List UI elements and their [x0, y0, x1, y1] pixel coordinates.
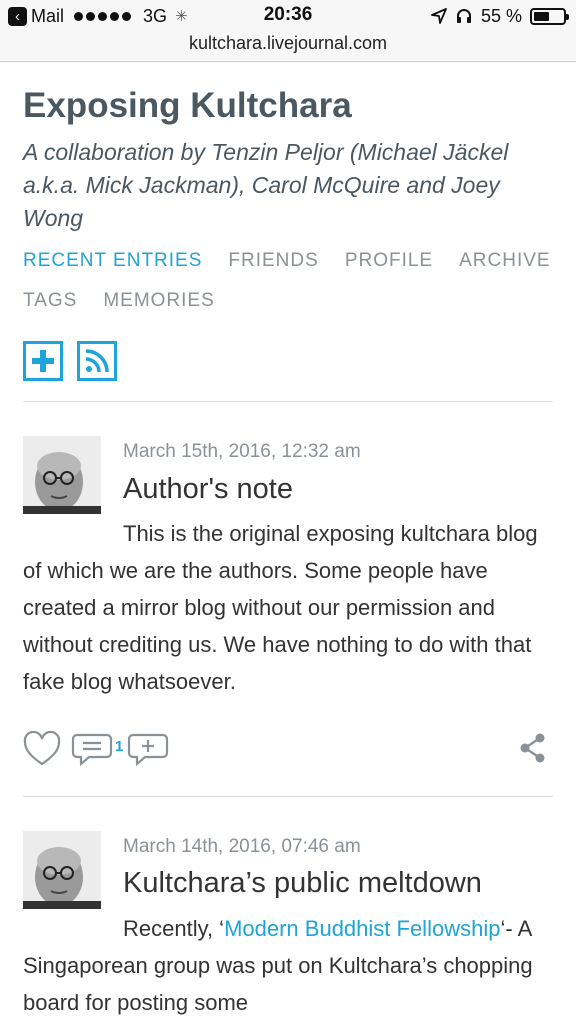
url-bar[interactable]: kultchara.livejournal.com: [0, 32, 576, 62]
post-body: Recently, ‘Modern Buddhist Fellowship‘- …: [23, 910, 538, 1021]
nav-tags[interactable]: TAGS: [23, 290, 77, 312]
battery-icon: [530, 7, 569, 25]
url-domain[interactable]: kultchara.livejournal.com: [189, 33, 387, 53]
author-photo-icon: [23, 831, 101, 909]
blog-title[interactable]: Exposing Kultchara: [23, 86, 352, 126]
avatar[interactable]: [23, 831, 101, 909]
post-divider: [23, 796, 553, 797]
status-right: 55 %: [431, 5, 569, 27]
post-date[interactable]: March 15th, 2016, 12:32 am: [123, 441, 361, 463]
header-divider: [23, 401, 553, 402]
battery-percentage: 55 %: [480, 5, 522, 26]
blog-subtitle: A collaboration by Tenzin Peljor (Michae…: [23, 139, 509, 231]
blog-nav: RECENT ENTRIES FRIENDS PROFILE ARCHIVE T…: [23, 250, 563, 312]
nav-recent-entries[interactable]: RECENT ENTRIES: [23, 250, 202, 272]
nav-profile[interactable]: PROFILE: [345, 250, 433, 272]
blog-tools: [23, 341, 117, 381]
status-bar: ‹ Mail 3G ✳ 20:36 55 %: [0, 0, 576, 32]
rss-button[interactable]: [77, 341, 117, 381]
headphones-icon: [456, 9, 471, 23]
share-icon[interactable]: [519, 733, 547, 763]
add-comment-icon[interactable]: [127, 731, 169, 767]
post-body: This is the original exposing kultchara …: [23, 521, 538, 694]
battery-fill: [534, 11, 549, 21]
comment-count[interactable]: 1: [115, 738, 123, 755]
plus-icon: [32, 350, 54, 372]
nav-memories[interactable]: MEMORIES: [103, 290, 214, 312]
nav-friends[interactable]: FRIENDS: [228, 250, 318, 272]
post-date[interactable]: March 14th, 2016, 07:46 am: [123, 836, 361, 858]
post-title[interactable]: Author's note: [123, 473, 293, 506]
like-heart-icon[interactable]: [23, 731, 61, 767]
avatar[interactable]: [23, 436, 101, 514]
location-arrow-icon: [431, 8, 447, 24]
author-photo-icon: [23, 436, 101, 514]
post-title[interactable]: Kultchara’s public meltdown: [123, 867, 482, 900]
post-actions: 1: [23, 731, 553, 771]
add-friend-button[interactable]: [23, 341, 63, 381]
comments-icon[interactable]: [71, 731, 113, 767]
post-body-text: Recently, ‘: [123, 916, 225, 941]
post-body-link[interactable]: Modern Buddhist Fellowship: [224, 916, 500, 941]
rss-icon: [85, 349, 109, 373]
nav-archive[interactable]: ARCHIVE: [459, 250, 550, 272]
